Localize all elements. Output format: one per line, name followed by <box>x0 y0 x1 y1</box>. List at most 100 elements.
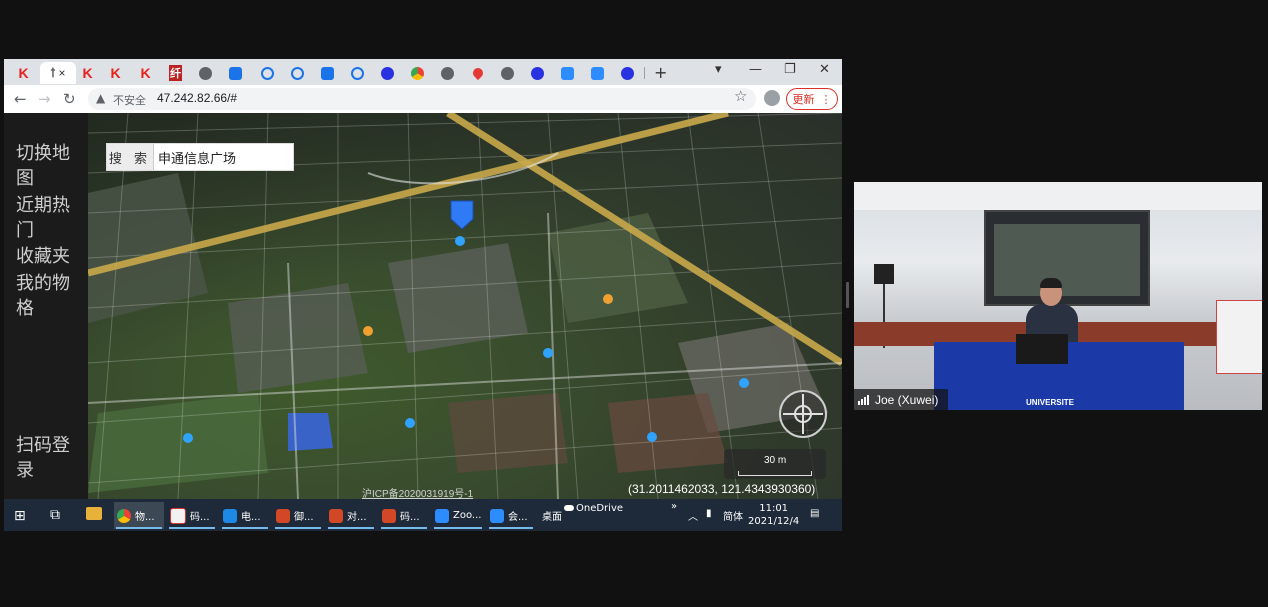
taskbar-item[interactable]: 御... <box>273 502 323 529</box>
browser-tab[interactable]: K <box>10 62 37 84</box>
windows-start-icon[interactable]: ⊞ <box>14 508 26 524</box>
taskbar-item[interactable]: 码... <box>167 502 217 529</box>
url-text[interactable]: 47.242.82.66/# <box>157 91 237 105</box>
task-view-icon[interactable]: ⧉ <box>50 507 60 523</box>
browser-tab-active[interactable]: ꝉ × <box>40 62 76 84</box>
profile-avatar-icon[interactable] <box>764 90 780 106</box>
baidu-paw-icon <box>531 66 544 80</box>
browser-tab[interactable] <box>254 62 281 84</box>
globe-icon <box>501 66 514 80</box>
show-hidden-icons[interactable]: ︿ <box>688 508 698 523</box>
desktop-toolbar-label[interactable]: 桌面 <box>542 508 562 523</box>
address-bar[interactable]: ▲ 不安全 47.242.82.66/# <box>88 88 756 110</box>
browser-tab[interactable] <box>434 62 461 84</box>
search-input[interactable] <box>154 148 290 166</box>
file-explorer-icon[interactable] <box>86 507 102 520</box>
browser-tab[interactable]: 纤 <box>162 62 189 84</box>
pen-icon[interactable]: ▮ <box>706 508 712 519</box>
browser-tab[interactable]: K <box>132 62 159 84</box>
overflow-chevron-icon[interactable]: » <box>671 501 677 512</box>
browser-tab[interactable] <box>344 62 371 84</box>
browser-tab[interactable] <box>284 62 311 84</box>
sidebar-item-recent-hot[interactable]: 近期热门 <box>16 193 80 243</box>
browser-tab[interactable] <box>554 62 581 84</box>
browser-tab[interactable] <box>222 62 249 84</box>
map-view[interactable]: 搜 索 30 m 沪ICP备2020031919号-1 (31.20114620… <box>88 113 842 499</box>
bookmark-star-icon[interactable]: ☆ <box>734 87 747 105</box>
browser-tab[interactable]: K <box>74 62 101 84</box>
taskbar-item[interactable]: 电... <box>220 502 270 529</box>
chrome-icon <box>411 66 424 80</box>
zoom-icon <box>591 66 604 80</box>
split-view-handle[interactable] <box>846 282 849 308</box>
app-icon <box>321 66 334 80</box>
poi-marker[interactable] <box>543 348 553 358</box>
sidebar: 切换地图 近期热门 收藏夹 我的物格 扫码登录 <box>4 113 88 499</box>
browser-tab[interactable] <box>584 62 611 84</box>
poi-marker[interactable] <box>603 294 613 304</box>
powerpoint-icon <box>329 508 343 523</box>
poi-marker[interactable] <box>647 432 657 442</box>
signal-bars-icon <box>858 394 870 405</box>
reload-button[interactable]: ↻ <box>63 90 76 108</box>
taskbar-item[interactable]: 会... <box>487 502 535 529</box>
close-window-button[interactable]: ✕ <box>819 62 830 77</box>
minimize-button[interactable]: — <box>749 62 762 77</box>
icp-link[interactable]: 沪ICP备2020031919号-1 <box>362 485 473 499</box>
browser-tab[interactable] <box>404 62 431 84</box>
scale-label: 30 m <box>764 455 787 466</box>
poi-marker[interactable] <box>739 378 749 388</box>
taskbar-item[interactable]: 对... <box>326 502 376 529</box>
zoom-icon <box>561 66 574 80</box>
video-presenter <box>1022 278 1082 344</box>
update-button[interactable]: 更新 ⋮ <box>786 88 838 110</box>
warning-icon: ▲ <box>96 91 106 105</box>
browser-tab[interactable]: K <box>102 62 129 84</box>
taskbar-item[interactable]: 物... <box>114 502 164 529</box>
compass-control-icon[interactable] <box>778 389 828 439</box>
browser-tab[interactable] <box>614 62 641 84</box>
poi-marker[interactable] <box>455 236 465 246</box>
search-label[interactable]: 搜 索 <box>107 144 154 170</box>
sidebar-item-favorites[interactable]: 收藏夹 <box>16 244 80 269</box>
pdf-icon <box>170 507 186 524</box>
location-pin-icon[interactable] <box>450 200 474 230</box>
browser-tab[interactable] <box>314 62 341 84</box>
tab-search-icon[interactable]: ▾ <box>715 62 722 77</box>
sidebar-item-my-objects[interactable]: 我的物格 <box>16 271 80 321</box>
onedrive-label[interactable]: OneDrive <box>564 503 623 514</box>
sidebar-item-switch-map[interactable]: 切换地图 <box>16 141 80 191</box>
poi-marker[interactable] <box>363 326 373 336</box>
tab-separator <box>644 67 645 79</box>
scale-bar <box>738 471 812 476</box>
close-tab-icon[interactable]: × <box>59 66 66 80</box>
browser-tab[interactable] <box>192 62 219 84</box>
map-block <box>388 243 528 353</box>
video-speaker <box>874 264 894 284</box>
browser-tab[interactable] <box>374 62 401 84</box>
browser-toolbar: ← → ↻ ▲ 不安全 47.242.82.66/# ☆ 更新 ⋮ <box>4 85 842 114</box>
browser-tab[interactable] <box>464 62 491 84</box>
video-laptop <box>1016 334 1068 364</box>
taskbar-item[interactable]: 码... <box>379 502 429 529</box>
poi-marker[interactable] <box>183 433 193 443</box>
notification-icon[interactable]: ▤ <box>810 508 819 519</box>
back-button[interactable]: ← <box>14 90 27 108</box>
system-clock[interactable]: 11:01 2021/12/4 <box>748 502 799 528</box>
browser-tabstrip: K ꝉ × K K K 纤 + ▾ — ❐ ✕ <box>4 59 842 85</box>
participant-video-tile[interactable]: UNIVERSITE Joe (Xuwei) <box>854 182 1262 410</box>
maximize-button[interactable]: ❐ <box>784 62 796 77</box>
clock-date: 2021/12/4 <box>748 516 800 527</box>
map-pin-icon <box>470 65 485 81</box>
participant-name-label: Joe (Xuwei) <box>854 389 949 410</box>
poi-marker[interactable] <box>405 418 415 428</box>
browser-tab[interactable] <box>494 62 521 84</box>
taskbar-item[interactable]: Zoo... <box>432 502 484 529</box>
ime-indicator[interactable]: 简体 <box>723 508 743 523</box>
sidebar-item-qr-login[interactable]: 扫码登录 <box>16 433 80 483</box>
more-menu-icon: ⋮ <box>820 92 832 106</box>
video-banner-text: UNIVERSITE <box>1026 398 1075 407</box>
browser-tab[interactable] <box>524 62 551 84</box>
new-tab-button[interactable]: + <box>654 63 667 82</box>
forward-button[interactable]: → <box>38 90 51 108</box>
